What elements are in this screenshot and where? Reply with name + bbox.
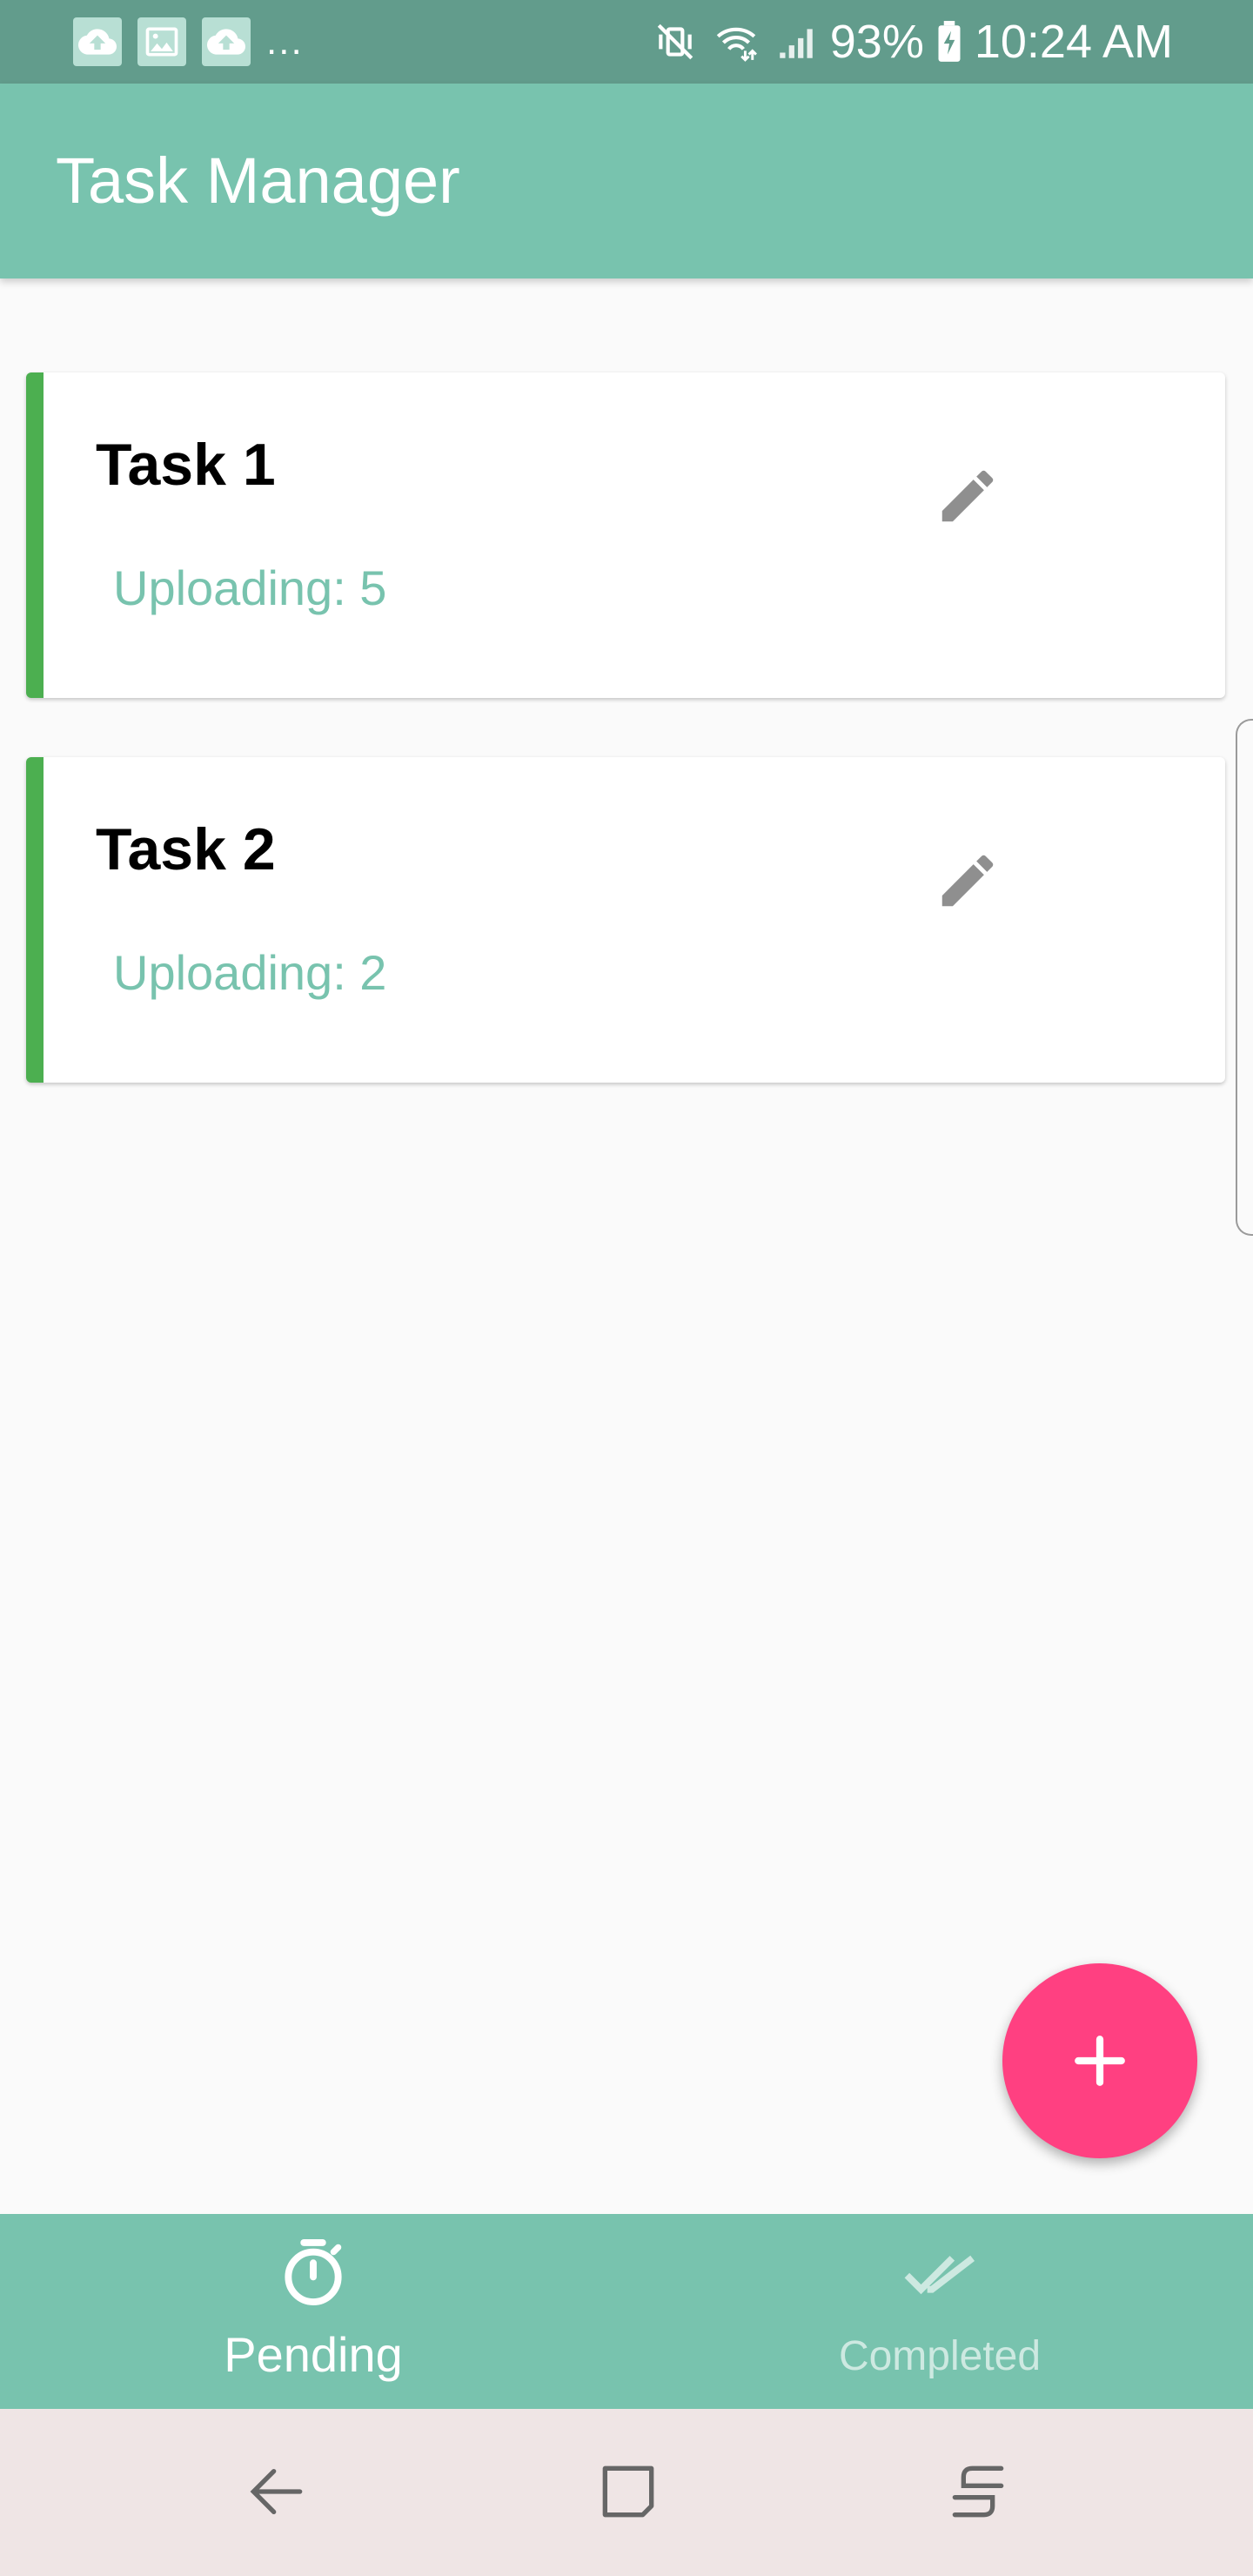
status-indicators: 93% 10:24 AM [653,12,1173,71]
notification-icons: ... [73,17,304,66]
task-upload-status: Uploading: 2 [113,945,387,1000]
system-navigation-bar [0,2409,1253,2576]
task-name: Task 2 [96,816,276,882]
recents-button[interactable] [926,2444,1030,2539]
app-bar: Task Manager [0,84,1253,278]
plus-icon [1075,2036,1125,2086]
image-icon [137,17,186,66]
back-icon [250,2469,303,2514]
cloud-upload-icon [73,17,122,66]
edit-task-button[interactable] [926,454,1009,538]
task-card[interactable]: Task 2 Uploading: 2 [26,757,1225,1083]
tab-completed-label: Completed [838,2333,1042,2379]
clock: 10:24 AM [974,16,1173,68]
cloud-upload-icon [202,17,251,66]
battery-percent: 93% [829,16,924,68]
edit-task-button[interactable] [926,839,1009,922]
wifi-icon [716,27,757,62]
home-icon [602,2465,654,2518]
task-upload-status: Uploading: 5 [113,560,387,615]
tab-pending-label: Pending [224,2327,403,2382]
add-task-button[interactable] [1002,1963,1197,2158]
task-name: Task 1 [96,432,276,498]
pencil-icon [941,855,994,907]
notification-overflow: ... [266,20,304,63]
status-bar: ... 93% 10:24 AM [0,0,1253,84]
timer-icon [274,2233,352,2311]
edge-panel-handle[interactable] [1236,719,1253,1236]
tab-pending[interactable]: Pending [0,2214,626,2409]
recents-icon [952,2465,1004,2518]
page-title: Task Manager [56,144,460,217]
double-check-icon [901,2233,979,2311]
pencil-icon [941,470,994,522]
task-card[interactable]: Task 1 Uploading: 5 [26,372,1225,698]
tab-completed[interactable]: Completed [626,2214,1253,2409]
signal-icon [780,29,813,58]
bottom-navigation: Pending Completed [0,2214,1253,2409]
battery-charging-icon [938,21,961,62]
home-button[interactable] [576,2444,680,2539]
vibrate-mute-icon [657,23,693,60]
back-button[interactable] [224,2444,329,2539]
